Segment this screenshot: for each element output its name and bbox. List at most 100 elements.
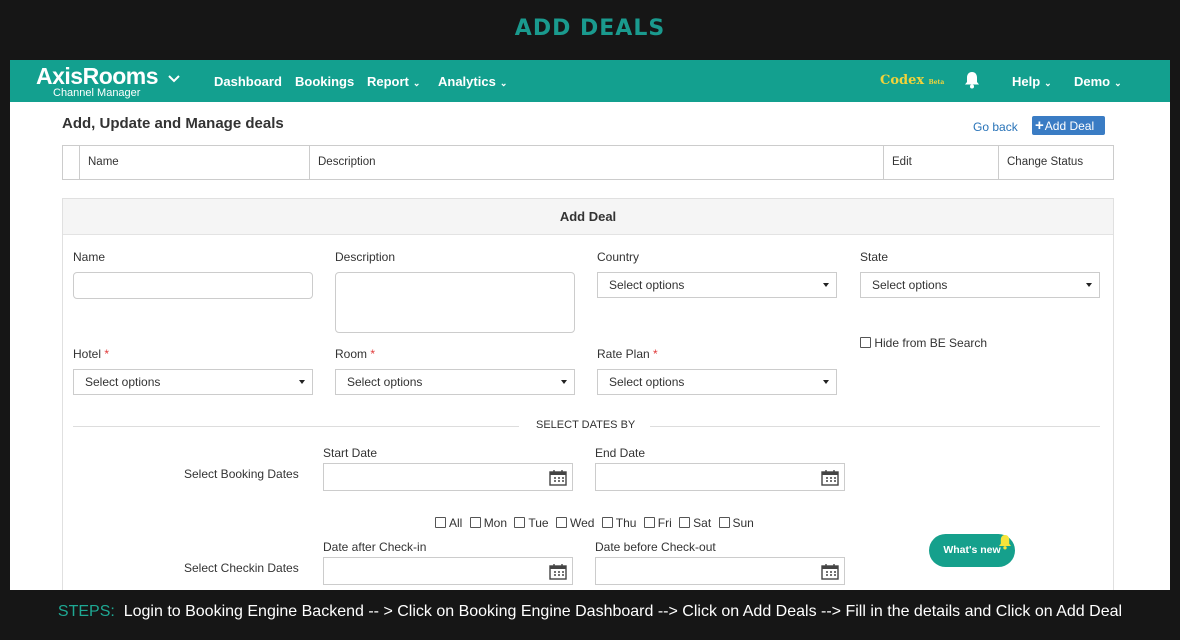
day-all-checkbox[interactable] <box>435 517 446 528</box>
nav-bookings-label: Bookings <box>295 74 355 89</box>
chevron-down-icon: ⌄ <box>499 78 508 88</box>
state-select-value: Select options <box>872 278 948 292</box>
banner-title: ADD DEALS <box>514 16 666 41</box>
add-deal-button[interactable]: +Add Deal <box>1032 116 1105 135</box>
caret-down-icon <box>823 380 829 384</box>
logo-subtitle: Channel Manager <box>53 87 141 99</box>
caret-down-icon <box>299 380 305 384</box>
state-select[interactable]: Select options <box>860 272 1100 298</box>
calendar-icon[interactable] <box>821 564 839 580</box>
name-input[interactable] <box>73 272 313 299</box>
required-marker: * <box>370 347 376 361</box>
day-sat-checkbox[interactable] <box>679 517 691 528</box>
end-date-label: End Date <box>595 446 646 460</box>
caret-down-icon <box>823 283 829 287</box>
end-date-input[interactable] <box>595 463 845 491</box>
chevron-down-icon: ⌄ <box>1044 78 1052 88</box>
day-fri-label: Fri <box>657 516 672 530</box>
rate-plan-select[interactable]: Select options <box>597 369 837 395</box>
weekday-checkboxes: All Mon Tue Wed Thu Fri Sat Sun <box>435 516 758 530</box>
start-date-input[interactable] <box>323 463 573 491</box>
date-before-checkout-label: Date before Check-out <box>595 540 716 554</box>
state-label: State <box>860 250 889 264</box>
day-mon-checkbox[interactable] <box>469 517 481 528</box>
nav-help[interactable]: Help ⌄ <box>1012 74 1052 89</box>
select-dates-by-heading: SELECT DATES BY <box>536 419 636 431</box>
add-deal-panel: Add Deal Name Description Country Select… <box>62 198 1114 590</box>
nav-bookings[interactable]: Bookings <box>295 74 354 89</box>
column-header-change-status[interactable]: Change Status <box>999 146 1113 179</box>
hide-from-be-checkbox[interactable] <box>860 337 871 348</box>
hotel-select[interactable]: Select options <box>73 369 313 395</box>
day-all-label: All <box>449 516 463 530</box>
day-fri-checkbox[interactable] <box>643 517 655 528</box>
add-deal-panel-title: Add Deal <box>63 199 1113 235</box>
nav-analytics[interactable]: Analytics ⌄ <box>438 74 507 89</box>
bell-icon[interactable] <box>964 71 980 94</box>
steps-text: Login to Booking Engine Backend -- > Cli… <box>123 603 1123 620</box>
day-tue-checkbox[interactable] <box>514 517 526 528</box>
start-date-label: Start Date <box>323 446 378 460</box>
hotel-select-value: Select options <box>85 375 161 389</box>
date-after-checkin-input[interactable] <box>323 557 573 585</box>
nav-report-label: Report <box>367 74 409 89</box>
codex-badge: Beta <box>928 79 945 86</box>
day-sat-label: Sat <box>693 516 712 530</box>
rate-plan-label: Rate Plan * <box>597 347 658 361</box>
day-sun-checkbox[interactable] <box>718 517 730 528</box>
hotel-label-text: Hotel <box>73 347 102 361</box>
calendar-icon[interactable] <box>821 470 839 486</box>
codex-label: Codex <box>880 73 925 88</box>
nav-report[interactable]: Report ⌄ <box>367 74 420 89</box>
column-header-description[interactable]: Description <box>310 146 884 179</box>
required-marker: * <box>653 347 658 361</box>
name-label: Name <box>73 250 106 264</box>
caret-down-icon <box>561 380 567 384</box>
product-switch-chevron-down-icon[interactable] <box>168 72 180 86</box>
country-label: Country <box>597 250 640 264</box>
room-label: Room * <box>335 347 375 361</box>
country-select-value: Select options <box>609 278 685 292</box>
calendar-icon[interactable] <box>549 470 567 486</box>
codex-link[interactable]: Codex Beta <box>880 73 944 88</box>
date-before-checkout-input[interactable] <box>595 557 845 585</box>
app-window: AxisRooms Channel Manager Dashboard Book… <box>10 60 1170 590</box>
select-booking-dates-label: Select Booking Dates <box>184 467 299 481</box>
divider <box>73 426 519 427</box>
room-select-value: Select options <box>347 375 423 389</box>
nav-help-label: Help <box>1012 74 1041 89</box>
nav-analytics-label: Analytics <box>438 74 496 89</box>
select-column-header[interactable] <box>63 146 80 179</box>
steps-caption: STEPS: Login to Booking Engine Backend -… <box>0 603 1180 621</box>
day-sun-label: Sun <box>732 516 754 530</box>
plus-icon: + <box>1035 117 1044 134</box>
hide-from-be-label: Hide from BE Search <box>874 336 988 350</box>
nav-user-menu[interactable]: Demo ⌄ <box>1074 74 1122 89</box>
nav-dashboard-label: Dashboard <box>214 74 282 89</box>
divider <box>650 426 1100 427</box>
go-back-link[interactable]: Go back <box>973 120 1018 134</box>
calendar-icon[interactable] <box>549 564 567 580</box>
rate-plan-select-value: Select options <box>609 375 685 389</box>
column-header-edit[interactable]: Edit <box>884 146 999 179</box>
day-thu-label: Thu <box>615 516 637 530</box>
day-thu-checkbox[interactable] <box>601 517 613 528</box>
page-title: Add, Update and Manage deals <box>62 115 284 132</box>
column-header-name[interactable]: Name <box>80 146 310 179</box>
required-marker: * <box>104 347 110 361</box>
nav-dashboard[interactable]: Dashboard <box>214 74 282 89</box>
description-label: Description <box>335 250 396 264</box>
steps-label: STEPS: <box>57 603 115 620</box>
day-wed-checkbox[interactable] <box>555 517 567 528</box>
select-checkin-dates-label: Select Checkin Dates <box>184 561 299 575</box>
chevron-down-icon: ⌄ <box>412 78 421 88</box>
hide-from-be-search[interactable]: Hide from BE Search <box>860 336 987 350</box>
deals-table-header: Name Description Edit Change Status <box>62 145 1114 180</box>
top-navbar: AxisRooms Channel Manager Dashboard Book… <box>10 60 1170 102</box>
country-select[interactable]: Select options <box>597 272 837 298</box>
room-select[interactable]: Select options <box>335 369 575 395</box>
description-textarea[interactable] <box>335 272 575 333</box>
whats-new-button[interactable]: What's new <box>929 534 1015 567</box>
nav-user-label: Demo <box>1074 74 1111 89</box>
axisrooms-logo[interactable]: AxisRooms Channel Manager <box>36 64 159 99</box>
